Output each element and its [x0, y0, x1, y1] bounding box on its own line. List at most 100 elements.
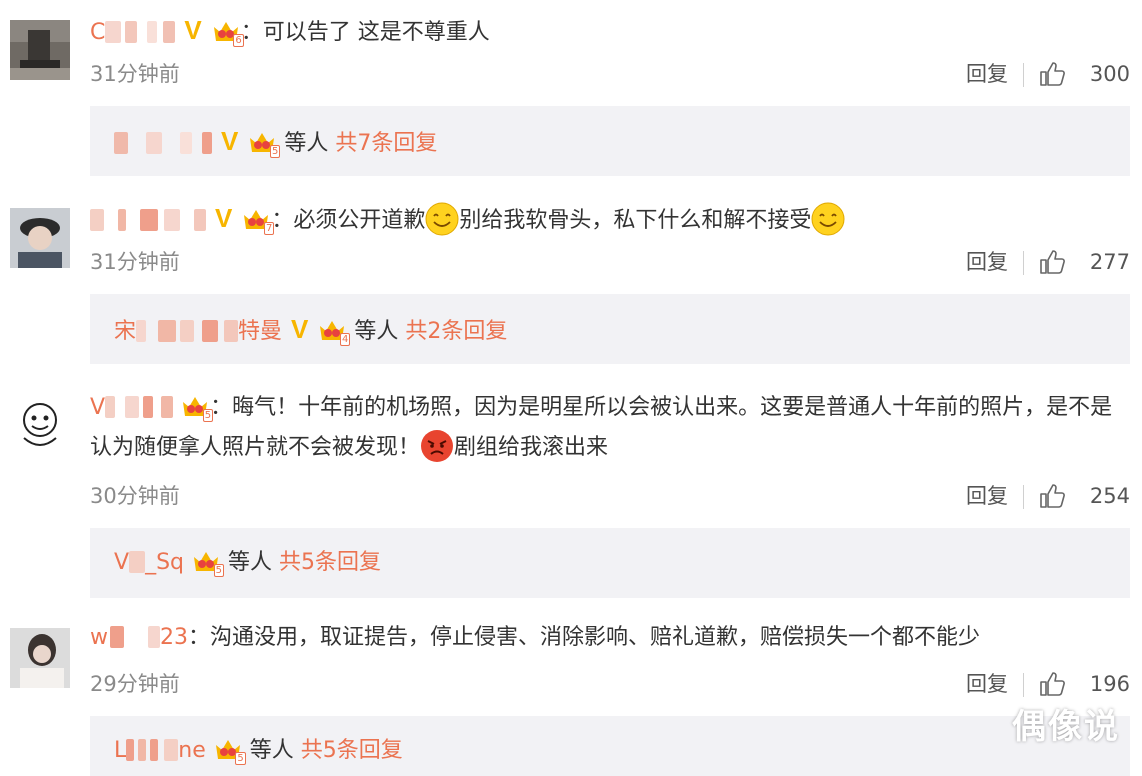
username[interactable]: V — [90, 395, 174, 420]
avatar[interactable] — [10, 394, 70, 454]
avatar[interactable] — [10, 20, 70, 80]
colon: ： — [240, 20, 263, 45]
comment-meta: 31分钟前 回复 300 — [90, 56, 1130, 92]
username-mosaic — [161, 396, 174, 418]
member-crown-icon: 4 — [317, 316, 351, 346]
v-verified-icon: V — [291, 314, 309, 344]
member-level: 4 — [340, 333, 351, 346]
reply-total-link[interactable]: 共7条回复 — [335, 131, 437, 156]
colon: ： — [188, 625, 211, 650]
username[interactable]: C — [90, 20, 182, 45]
username-visible: 宋 — [114, 319, 137, 344]
username[interactable]: w 23 — [90, 625, 188, 650]
reply-button[interactable]: 回复 — [966, 478, 1008, 514]
username-mosaic — [125, 21, 138, 43]
reply-username[interactable] — [114, 131, 212, 156]
username-mosaic — [163, 21, 176, 43]
username-mosaic — [129, 551, 146, 573]
reply-preview-box[interactable]: 宋 特曼 V 4 等人 共2条回复 — [90, 294, 1130, 364]
v-verified-icon: V — [221, 126, 239, 156]
comment-meta: 30分钟前 回复 254 — [90, 478, 1130, 514]
member-crown-icon: 6 — [211, 17, 244, 47]
angry-emoji-icon — [420, 429, 454, 463]
username-mosaic — [164, 739, 179, 761]
colon: ： — [271, 208, 294, 233]
reply-username[interactable]: V _Sq — [114, 550, 184, 575]
comment-text: 必须公开道歉 — [293, 208, 426, 233]
reply-button[interactable]: 回复 — [966, 244, 1008, 280]
username-visible: 特曼 — [238, 319, 283, 344]
reply-username[interactable]: Lne — [114, 738, 206, 763]
divider — [1023, 673, 1024, 697]
username-visible: V — [114, 550, 130, 575]
username-mosaic — [202, 132, 212, 154]
username-visible: 23 — [160, 625, 188, 650]
like-count: 277 — [1089, 250, 1130, 274]
comment-meta: 31分钟前 回复 277 — [90, 244, 1130, 280]
reply-total-link[interactable]: 共5条回复 — [301, 738, 403, 763]
comment-text: 可以告了 这是不尊重人 — [262, 20, 490, 45]
username-mosaic — [147, 21, 158, 43]
reply-preview-box[interactable]: Lne 5 等人 共5条回复 — [90, 716, 1130, 776]
thumbs-up-icon — [1040, 62, 1065, 86]
username-mosaic — [105, 396, 116, 418]
watermark: 偶像说 — [1012, 707, 1120, 747]
avatar[interactable] — [10, 208, 70, 268]
like-count: 254 — [1089, 484, 1130, 508]
timestamp: 31分钟前 — [90, 250, 180, 274]
member-crown-icon: 5 — [191, 547, 224, 577]
avatar[interactable] — [10, 628, 70, 688]
username-mosaic — [136, 320, 147, 342]
username-mosaic — [110, 626, 124, 648]
reply-others-label: 等人 — [228, 550, 273, 575]
username-visible: ne — [178, 738, 206, 763]
username-mosaic — [158, 320, 177, 342]
reply-preview-box[interactable]: V _Sq 5 等人 共5条回复 — [90, 528, 1130, 598]
timestamp: 31分钟前 — [90, 62, 180, 86]
username-mosaic — [180, 132, 192, 154]
reply-button[interactable]: 回复 — [966, 56, 1008, 92]
smile-emoji-icon — [425, 202, 459, 236]
thumbs-up-icon — [1040, 672, 1065, 696]
timestamp: 29分钟前 — [90, 672, 180, 696]
smile-emoji-icon — [811, 202, 845, 236]
username-mosaic — [202, 320, 219, 342]
reply-others-label: 等人 — [249, 738, 294, 763]
username-mosaic — [90, 209, 104, 231]
username-mosaic — [114, 132, 128, 154]
member-level: 5 — [235, 752, 246, 765]
username[interactable] — [90, 208, 206, 233]
username-visible: C — [90, 20, 106, 45]
like-count: 300 — [1089, 62, 1130, 86]
username-mosaic — [105, 21, 122, 43]
member-crown-icon: 5 — [247, 128, 281, 158]
reply-username[interactable]: 宋 特曼 — [114, 319, 282, 344]
reply-total-link[interactable]: 共5条回复 — [279, 550, 381, 575]
username-mosaic — [118, 209, 126, 231]
member-level: 6 — [233, 34, 244, 47]
comment-text-line: V 7 ：必须公开道歉 别给我软骨头，私下什么和解不接受 — [90, 200, 1122, 239]
comment-text: 别给我软骨头，私下什么和解不接受 — [459, 208, 812, 233]
thumbs-up-icon — [1040, 250, 1065, 274]
reply-others-label: 等人 — [284, 131, 329, 156]
divider — [1023, 251, 1024, 275]
reply-preview-box[interactable]: V 5 等人 共7条回复 — [90, 106, 1130, 176]
username-mosaic — [150, 739, 159, 761]
colon: ： — [210, 395, 233, 420]
username-mosaic — [148, 626, 160, 648]
v-verified-icon: V — [184, 15, 202, 45]
username-visible: V — [90, 395, 106, 420]
username-mosaic — [224, 320, 239, 342]
username-mosaic — [180, 320, 195, 342]
comment-text-line: V 5 ：晦气！十年前的机场照，因为是明星所以会被认出来。这要是普通人十年前的照… — [90, 388, 1122, 468]
reply-total-link[interactable]: 共2条回复 — [405, 319, 507, 344]
divider — [1023, 63, 1024, 87]
divider — [1023, 485, 1024, 509]
member-level: 5 — [269, 145, 281, 158]
username-mosaic — [126, 739, 135, 761]
reply-button[interactable]: 回复 — [966, 666, 1008, 702]
username-mosaic — [146, 132, 162, 154]
member-level: 7 — [263, 222, 275, 235]
username-mosaic — [164, 209, 180, 231]
username-mosaic — [125, 396, 140, 418]
